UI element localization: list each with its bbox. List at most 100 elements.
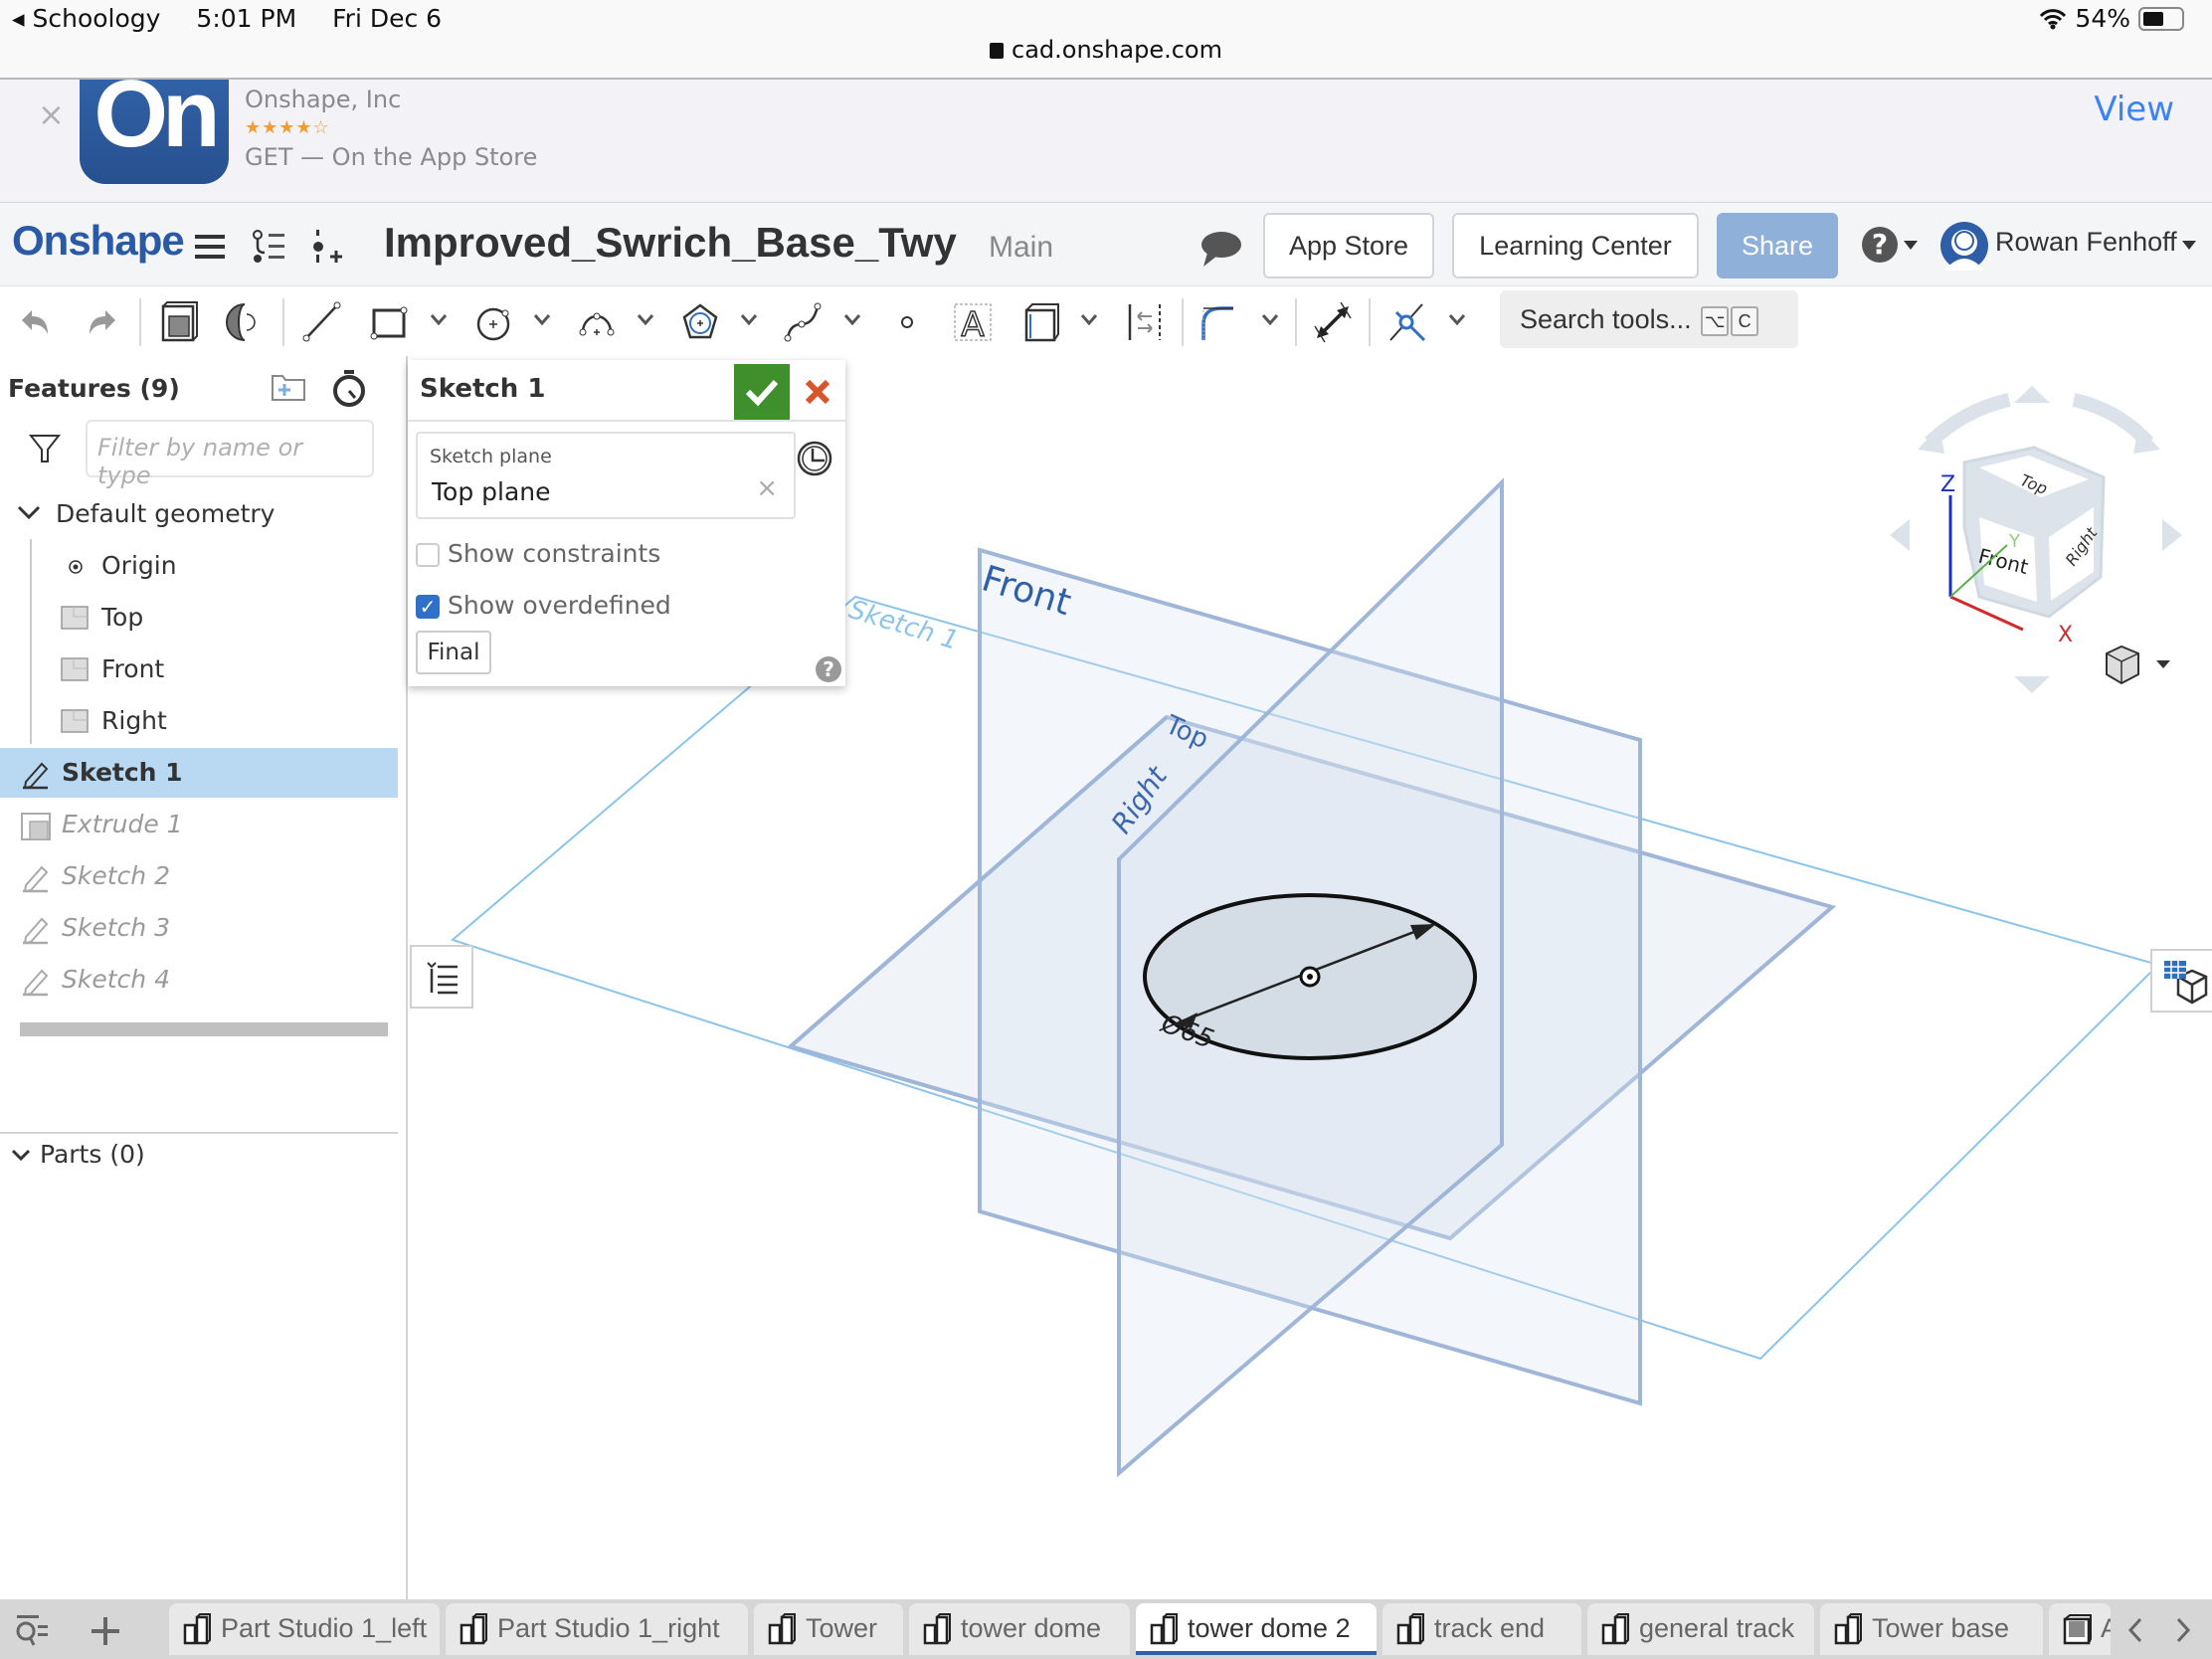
render-mode-button[interactable] [2106, 645, 2170, 685]
show-constraints-checkbox[interactable] [416, 543, 440, 567]
tree-item-front-plane[interactable]: Front [0, 645, 398, 694]
tab-tower[interactable]: Tower [754, 1603, 903, 1655]
fillet-tool-icon[interactable] [1198, 300, 1241, 344]
roll-left-arrow-icon[interactable] [1925, 393, 2011, 449]
text-tool-icon[interactable]: A [951, 300, 995, 344]
default-geometry-group[interactable]: Default geometry [0, 489, 398, 539]
rotate-up-arrow-icon[interactable] [2014, 386, 2050, 403]
tab-part-studio-1-left[interactable]: Part Studio 1_left [169, 1603, 440, 1655]
accept-button[interactable] [734, 364, 790, 420]
feature-extrude-1[interactable]: Extrude 1 [0, 800, 398, 849]
rotate-left-arrow-icon[interactable] [1890, 519, 1910, 551]
add-tab-icon[interactable] [88, 1613, 123, 1649]
parts-group[interactable]: Parts (0) [0, 1130, 398, 1180]
mirror-tool-icon[interactable] [1124, 300, 1168, 344]
chevron-down-icon[interactable] [531, 308, 553, 330]
tab-general-track[interactable]: general track [1587, 1603, 1814, 1655]
filter-input[interactable]: Filter by name or type [86, 420, 374, 489]
tab-a[interactable]: A [2049, 1603, 2111, 1655]
rectangle-tool-icon[interactable] [368, 300, 412, 344]
comments-icon[interactable] [1199, 229, 1243, 269]
undo-icon[interactable] [14, 300, 58, 344]
show-overdefined-label[interactable]: Show overdefined [448, 591, 671, 620]
view-cube[interactable]: Top Front Right Z X Y [1890, 386, 2182, 693]
configuration-panel-button[interactable] [2150, 949, 2212, 1013]
share-button[interactable]: Share [1717, 213, 1838, 278]
tab-track-end[interactable]: track end [1382, 1603, 1581, 1655]
tab-tower-dome-2[interactable]: tower dome 2 [1136, 1603, 1377, 1655]
tab-search-icon[interactable] [14, 1613, 52, 1649]
feature-sketch-1[interactable]: Sketch 1 [0, 748, 398, 798]
tab-tower-dome[interactable]: tower dome [909, 1603, 1130, 1655]
onshape-logo[interactable]: Onshape [12, 217, 185, 265]
learning-center-button[interactable]: Learning Center [1452, 213, 1699, 278]
chevron-down-icon[interactable] [16, 503, 42, 523]
line-tool-icon[interactable] [300, 300, 344, 344]
chevron-down-icon[interactable] [1078, 308, 1100, 330]
sketch-plane-field[interactable]: Sketch plane Top plane × [416, 432, 796, 519]
svg-text:A: A [961, 305, 984, 344]
version-history-icon[interactable] [249, 227, 288, 267]
banner-view-button[interactable]: View [2094, 90, 2174, 129]
trim-tool-icon[interactable] [1386, 300, 1430, 344]
feature-sketch-4[interactable]: Sketch 4 [0, 955, 398, 1005]
url-bar[interactable]: cad.onshape.com [0, 36, 2212, 64]
user-name[interactable]: Rowan Fenhoff [1995, 227, 2177, 258]
insert-feature-icon[interactable] [310, 227, 350, 267]
chevron-down-icon[interactable] [635, 308, 656, 330]
arc-tool-icon[interactable] [575, 300, 619, 344]
chevron-down-icon[interactable] [1259, 308, 1281, 330]
chevron-left-icon[interactable] [2122, 1615, 2148, 1645]
tree-item-origin[interactable]: Origin [0, 541, 398, 591]
tree-item-right-plane[interactable]: Right [0, 696, 398, 746]
redo-icon[interactable] [80, 300, 123, 344]
extrude-icon[interactable] [157, 300, 201, 344]
chevron-down-icon[interactable] [841, 308, 863, 330]
dimension-tool-icon[interactable] [1311, 300, 1355, 344]
chevron-right-icon[interactable] [2170, 1615, 2196, 1645]
revolve-icon[interactable] [223, 300, 267, 344]
add-folder-icon[interactable] [269, 372, 308, 404]
dialog-title[interactable]: Sketch 1 [420, 374, 545, 404]
tree-item-top-plane[interactable]: Top [0, 593, 398, 643]
help-icon[interactable]: ? [1862, 227, 1898, 263]
tab-tower-base[interactable]: Tower base [1820, 1603, 2043, 1655]
chevron-down-icon[interactable] [428, 308, 450, 330]
view-normal-icon[interactable] [796, 440, 833, 477]
chevron-down-icon[interactable] [738, 308, 760, 330]
circle-tool-icon[interactable] [471, 300, 515, 344]
feature-list-toggle-button[interactable] [410, 945, 473, 1009]
render-mode-caret-icon[interactable] [2156, 660, 2170, 668]
rotate-right-arrow-icon[interactable] [2162, 519, 2182, 551]
search-tools-input[interactable]: Search tools... ⌥ C [1500, 290, 1798, 348]
user-menu-caret-icon[interactable] [2182, 241, 2196, 250]
final-button[interactable]: Final [416, 631, 491, 674]
chevron-down-icon[interactable] [10, 1148, 32, 1164]
cancel-button[interactable] [790, 364, 845, 420]
document-title[interactable]: Improved_Swrich_Base_Twy [384, 219, 957, 267]
rotate-down-arrow-icon[interactable] [2014, 676, 2050, 693]
spline-tool-icon[interactable] [782, 300, 826, 344]
checkmark-icon [745, 379, 779, 407]
rollback-timer-icon[interactable] [330, 368, 368, 408]
point-tool-icon[interactable] [885, 300, 929, 344]
hamburger-menu-icon[interactable] [191, 227, 231, 267]
branch-name[interactable]: Main [989, 231, 1053, 265]
filter-icon[interactable] [28, 432, 62, 465]
app-store-button[interactable]: App Store [1263, 213, 1434, 278]
clear-plane-icon[interactable]: × [756, 473, 778, 503]
back-to-app-link[interactable]: ◂ Schoology [12, 4, 160, 33]
feature-sketch-3[interactable]: Sketch 3 [0, 903, 398, 953]
help-icon[interactable]: ? [816, 656, 841, 682]
tab-part-studio-1-right[interactable]: Part Studio 1_right [446, 1603, 748, 1655]
rollback-bar[interactable] [20, 1022, 388, 1036]
show-constraints-label[interactable]: Show constraints [448, 539, 660, 568]
chevron-down-icon[interactable] [1446, 308, 1468, 330]
construction-icon[interactable] [1018, 300, 1062, 344]
banner-close-button[interactable]: × [38, 95, 65, 133]
feature-sketch-2[interactable]: Sketch 2 [0, 851, 398, 901]
help-caret-icon[interactable] [1904, 241, 1918, 250]
user-avatar-icon[interactable] [1939, 221, 1989, 271]
polygon-tool-icon[interactable] [678, 300, 722, 344]
show-overdefined-checkbox[interactable]: ✓ [416, 595, 440, 619]
